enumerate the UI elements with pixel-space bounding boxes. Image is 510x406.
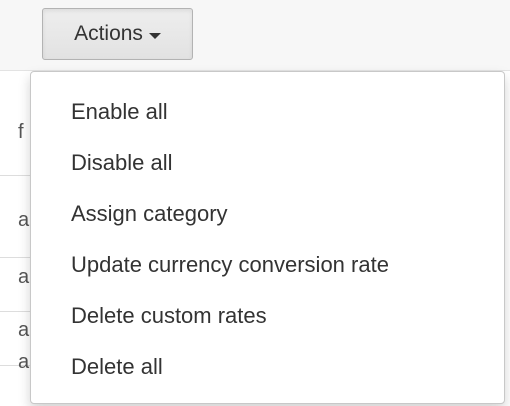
table-row-text: a: [18, 209, 30, 231]
table-row-text: a: [18, 351, 30, 373]
actions-dropdown-button[interactable]: Actions: [42, 8, 193, 60]
menu-item-enable-all[interactable]: Enable all: [31, 86, 504, 137]
menu-item-delete-custom-rates[interactable]: Delete custom rates: [31, 290, 504, 341]
menu-item-update-currency-conversion-rate[interactable]: Update currency conversion rate: [31, 239, 504, 290]
actions-button-label: Actions: [74, 22, 143, 45]
table-row-text: a: [18, 319, 30, 341]
menu-item-assign-category[interactable]: Assign category: [31, 188, 504, 239]
table-row-text: f: [18, 121, 24, 143]
chevron-down-icon: [148, 32, 161, 39]
menu-item-disable-all[interactable]: Disable all: [31, 137, 504, 188]
actions-dropdown-menu: Enable all Disable all Assign category U…: [30, 71, 505, 404]
menu-item-delete-all[interactable]: Delete all: [31, 341, 504, 392]
toolbar: Actions: [0, 0, 510, 71]
table-row-text: a: [18, 266, 30, 288]
